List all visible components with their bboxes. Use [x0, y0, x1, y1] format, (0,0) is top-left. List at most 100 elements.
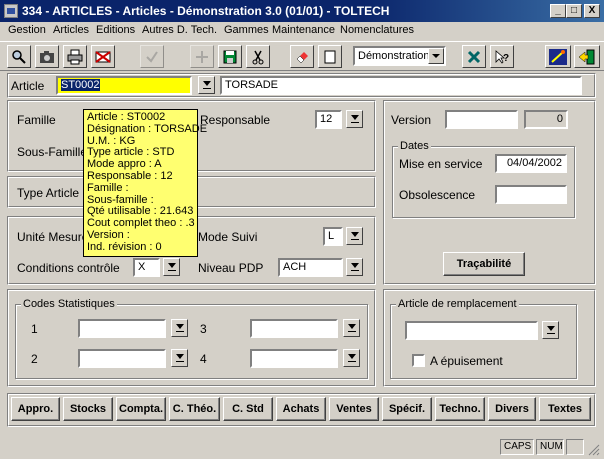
conditions-controle-dropdown-button[interactable] — [163, 258, 180, 276]
code-1-label: 1 — [31, 322, 38, 336]
database-select[interactable]: Démonstration 3. — [353, 46, 446, 66]
responsable-field[interactable]: 12 — [315, 110, 342, 129]
status-bar: CAPS NUM — [0, 436, 604, 458]
remplacement-label: Article de remplacement — [396, 298, 519, 310]
menu-articles[interactable]: Articles — [53, 24, 89, 36]
niveau-pdp-field[interactable]: ACH — [278, 258, 343, 277]
appro-button[interactable]: Appro. — [11, 397, 60, 421]
code-2-dropdown-button[interactable] — [171, 349, 188, 367]
epuisement-label: A épuisement — [430, 354, 503, 368]
responsable-dropdown-button[interactable] — [346, 110, 363, 128]
menu-gammes[interactable]: Gammes — [224, 24, 269, 36]
mode-suivi-label: Mode Suivi — [198, 230, 258, 244]
specif-button[interactable]: Spécif. — [382, 397, 432, 421]
code-3-label: 3 — [200, 322, 207, 336]
envelope-icon[interactable] — [91, 45, 115, 68]
maximize-button[interactable]: □ — [566, 4, 582, 18]
save-icon[interactable] — [218, 45, 242, 68]
mise-en-service-field[interactable]: 04/04/2002 — [495, 154, 567, 173]
menu-editions[interactable]: Editions — [96, 24, 135, 36]
version-label: Version — [391, 113, 432, 127]
menu-bar: Gestion Articles Editions Autres D. Tech… — [0, 22, 604, 40]
close-button[interactable]: X — [584, 4, 600, 18]
new-page-icon[interactable] — [318, 45, 342, 68]
article-code-field[interactable]: ST0002 — [56, 76, 192, 95]
code-4-label: 4 — [200, 352, 207, 366]
code-1-field[interactable] — [78, 319, 166, 338]
mode-suivi-field[interactable]: L — [323, 227, 343, 246]
article-code-value: ST0002 — [61, 79, 100, 91]
menu-nomenclatures[interactable]: Nomenclatures — [340, 24, 414, 36]
c-std-button[interactable]: C. Std — [223, 397, 273, 421]
achats-button[interactable]: Achats — [276, 397, 326, 421]
conditions-controle-field[interactable]: X — [133, 258, 160, 277]
code-2-field[interactable] — [78, 349, 166, 368]
stocks-button[interactable]: Stocks — [63, 397, 113, 421]
ventes-button[interactable]: Ventes — [329, 397, 379, 421]
num-indicator: NUM — [536, 439, 564, 455]
sous-famille-label: Sous-Famille — [17, 145, 88, 159]
camera-icon[interactable] — [35, 45, 59, 68]
article-dropdown-button[interactable] — [198, 76, 215, 94]
toolbar: Démonstration 3. ? — [0, 41, 604, 71]
mise-en-service-label: Mise en service — [399, 157, 483, 171]
divers-button[interactable]: Divers — [488, 397, 536, 421]
tooltip-line: Responsable : 12 — [87, 169, 173, 182]
svg-text:?: ? — [503, 53, 509, 64]
textes-button[interactable]: Textes — [539, 397, 591, 421]
dates-group-label: Dates — [398, 140, 431, 152]
title-bar: 334 - ARTICLES - Articles - Démonstratio… — [0, 0, 604, 22]
code-4-field[interactable] — [250, 349, 338, 368]
techno-button[interactable]: Techno. — [435, 397, 485, 421]
menu-autres-d-tech[interactable]: Autres D. Tech. — [142, 24, 217, 36]
scissors-icon[interactable] — [246, 45, 270, 68]
code-4-dropdown-button[interactable] — [343, 349, 360, 367]
tooltip-line: Désignation : TORSADE — [87, 122, 208, 135]
help-icon[interactable]: ? — [490, 45, 514, 68]
tooltip-line: Ind. révision : 0 — [87, 240, 162, 253]
code-1-dropdown-button[interactable] — [171, 319, 188, 337]
obsolescence-field[interactable] — [495, 185, 567, 204]
niveau-pdp-dropdown-button[interactable] — [346, 258, 363, 276]
window-title: 334 - ARTICLES - Articles - Démonstratio… — [22, 4, 390, 18]
remplacement-dropdown-button[interactable] — [542, 321, 559, 339]
menu-gestion[interactable]: Gestion — [8, 24, 46, 36]
checkmark-icon[interactable] — [140, 45, 164, 68]
minimize-button[interactable]: _ — [550, 4, 566, 18]
status-message-area — [4, 439, 494, 455]
exit-icon[interactable] — [574, 45, 600, 68]
code-2-label: 2 — [31, 352, 38, 366]
version-field[interactable] — [445, 110, 518, 129]
caps-indicator: CAPS — [500, 439, 534, 455]
famille-label: Famille — [17, 113, 56, 127]
code-3-dropdown-button[interactable] — [343, 319, 360, 337]
version-number-field: 0 — [524, 110, 568, 129]
conditions-controle-label: Conditions contrôle — [17, 261, 120, 275]
chevron-down-icon[interactable] — [428, 48, 444, 64]
niveau-pdp-label: Niveau PDP — [198, 261, 264, 275]
app-icon[interactable] — [4, 4, 18, 18]
printer-icon[interactable] — [63, 45, 87, 68]
c-theo-button[interactable]: C. Théo. — [169, 397, 220, 421]
compta-button[interactable]: Compta. — [116, 397, 166, 421]
plus-icon[interactable] — [190, 45, 214, 68]
magnifier-icon[interactable] — [7, 45, 31, 68]
status-extra-box — [566, 439, 584, 455]
remplacement-field[interactable] — [405, 321, 538, 340]
tools-icon[interactable] — [462, 45, 486, 68]
wand-icon[interactable] — [545, 45, 571, 68]
epuisement-checkbox[interactable] — [412, 354, 425, 367]
eraser-icon[interactable] — [290, 45, 314, 68]
article-tooltip: Article : ST0002 Désignation : TORSADE U… — [83, 109, 208, 257]
type-article-label: Type Article — [17, 186, 80, 200]
menu-maintenance[interactable]: Maintenance — [272, 24, 335, 36]
resize-grip-icon[interactable] — [588, 444, 600, 456]
unite-mesure-label: Unité Mesure — [17, 230, 89, 244]
article-designation-field[interactable]: TORSADE — [220, 76, 582, 95]
responsable-label: Responsable — [200, 113, 271, 127]
codes-statistiques-label: Codes Statistiques — [21, 298, 117, 310]
tooltip-line: Version : — [87, 228, 130, 241]
tracabilite-button[interactable]: Traçabilité — [443, 252, 525, 276]
code-3-field[interactable] — [250, 319, 338, 338]
mode-suivi-dropdown-button[interactable] — [346, 227, 363, 245]
